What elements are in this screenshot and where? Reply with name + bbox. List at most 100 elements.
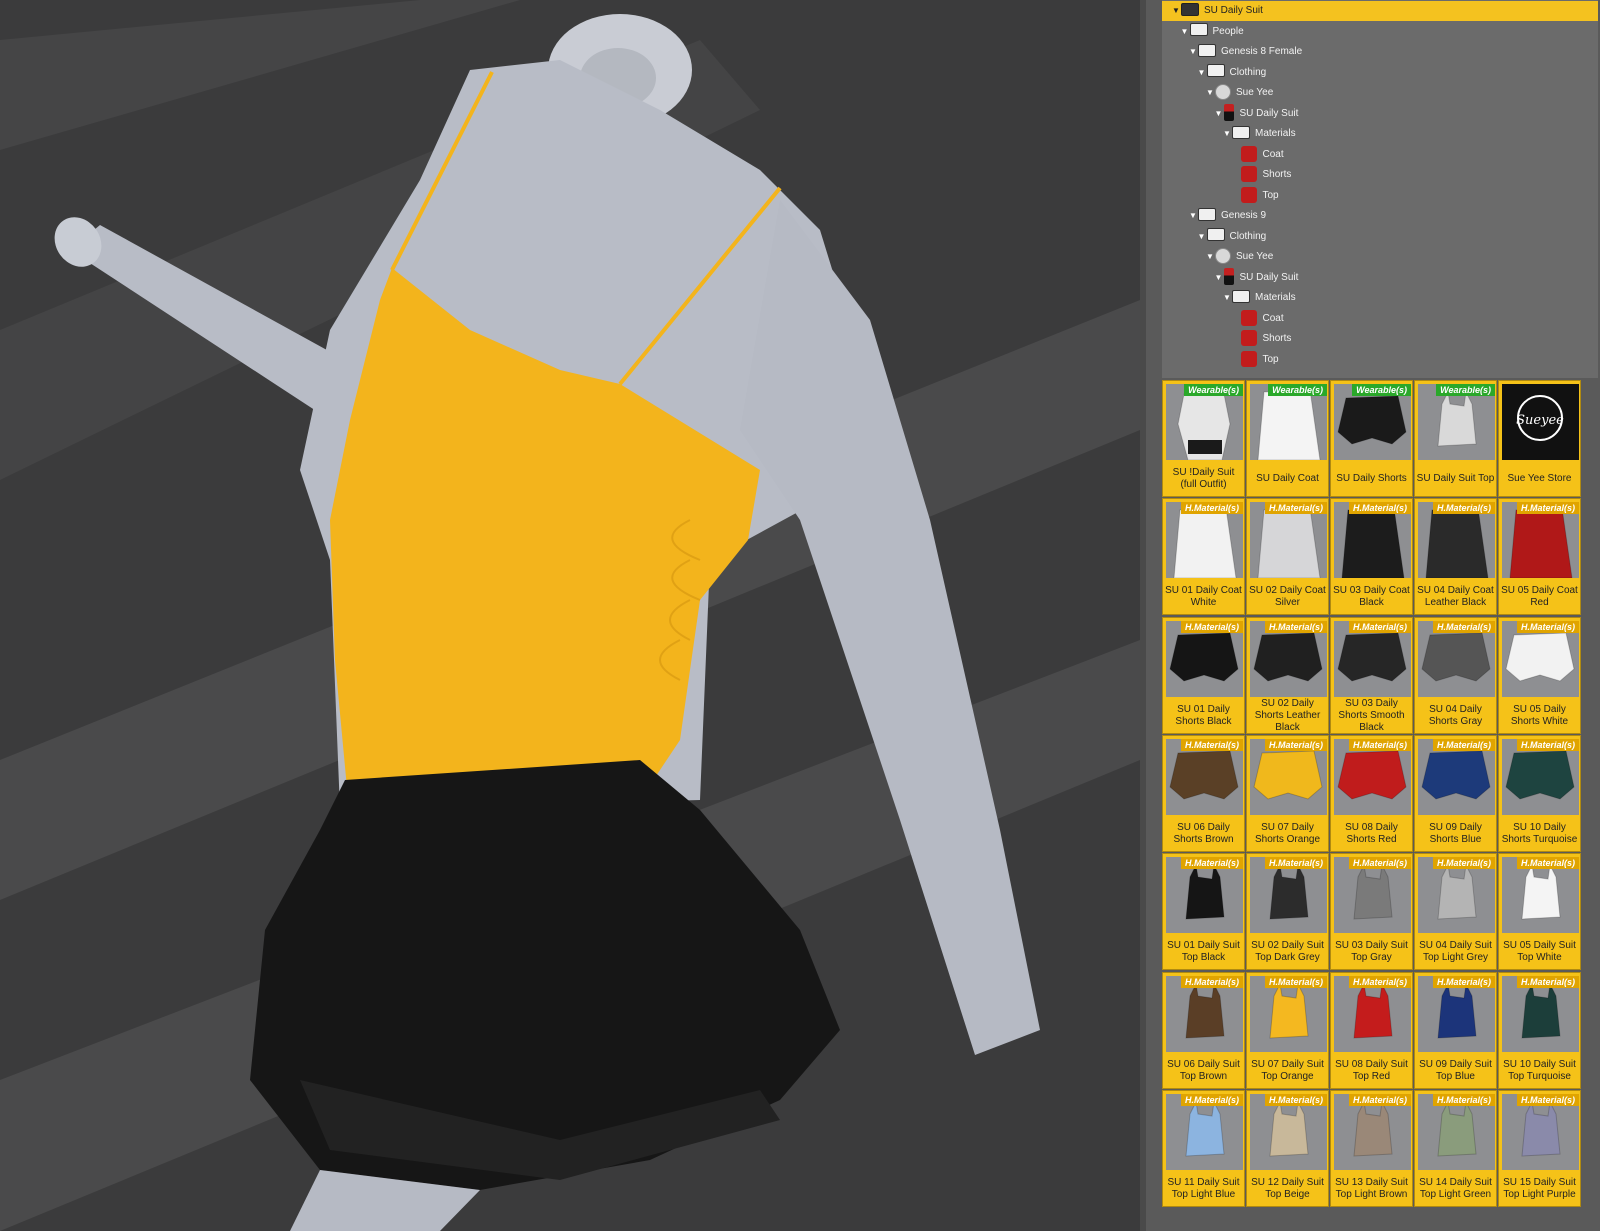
tree-row-su-daily-suit[interactable]: ▼ SU Daily Suit — [1162, 104, 1598, 124]
expand-arrow-icon[interactable]: ▼ — [1223, 124, 1232, 144]
product-tile-label: SU 03 Daily Suit Top Gray — [1335, 940, 1408, 964]
tree-row-su-daily-suit[interactable]: ▼ SU Daily Suit — [1162, 1, 1598, 21]
tree-row-label: People — [1212, 25, 1244, 37]
tree-row-coat[interactable]: Coat — [1162, 145, 1598, 165]
product-tile[interactable]: H.Material(s) SU 07 Daily Shorts Orange — [1246, 734, 1329, 852]
expand-arrow-icon[interactable]: ▼ — [1189, 206, 1198, 226]
expand-arrow-icon[interactable]: ▼ — [1223, 288, 1232, 308]
product-tile[interactable]: H.Material(s) SU 10 Daily Shorts Turquois… — [1498, 734, 1581, 852]
tree-row-label: Sue Yee — [1236, 87, 1274, 98]
tree-row-label: Sue Yee — [1236, 251, 1274, 262]
product-tile[interactable]: H.Material(s) SU 03 Daily Coat Black — [1330, 498, 1413, 616]
product-tile[interactable]: H.Material(s) SU 09 Daily Shorts Blue — [1414, 734, 1497, 852]
product-thumbnail: H.Material(s) — [1250, 857, 1327, 934]
material-badge: H.Material(s) — [1348, 502, 1411, 515]
tree-row-materials[interactable]: ▼ Materials — [1162, 124, 1598, 144]
material-badge: H.Material(s) — [1264, 975, 1327, 988]
product-tile-label: SU 08 Daily Suit Top Red — [1335, 1058, 1408, 1082]
expand-arrow-icon[interactable]: ▼ — [1206, 247, 1215, 267]
expand-arrow-icon[interactable]: ▼ — [1181, 22, 1190, 42]
product-tile-label: SU 10 Daily Suit Top Turquoise — [1503, 1058, 1576, 1082]
product-tile[interactable]: H.Material(s) SU 12 Daily Suit Top Beige — [1246, 1089, 1329, 1207]
product-tile[interactable]: H.Material(s) SU 03 Daily Shorts Smooth B… — [1330, 616, 1413, 734]
product-tile[interactable]: Wearable(s) SU Daily Shorts — [1330, 380, 1413, 497]
product-tile[interactable]: H.Material(s) SU 09 Daily Suit Top Blue — [1414, 971, 1497, 1089]
product-tile-label: SU 02 Daily Coat Silver — [1249, 585, 1326, 609]
folder-icon — [1232, 125, 1250, 139]
product-thumbnail: H.Material(s) — [1250, 1093, 1327, 1170]
product-tile[interactable]: H.Material(s) SU 13 Daily Suit Top Light … — [1330, 1089, 1413, 1207]
product-thumbnail: H.Material(s) — [1418, 620, 1495, 697]
product-tile-label: SU 09 Daily Suit Top Blue — [1419, 1058, 1492, 1082]
mannequin-render — [0, 0, 1140, 1231]
product-tile[interactable]: H.Material(s) SU 10 Daily Suit Top Turquo… — [1498, 971, 1581, 1089]
product-tile[interactable]: Wearable(s) SU Daily Suit Top — [1414, 380, 1497, 497]
tree-row-su-daily-suit[interactable]: ▼ SU Daily Suit — [1162, 268, 1598, 288]
product-tile-label: SU 09 Daily Shorts Blue — [1429, 821, 1482, 845]
tree-row-clothing[interactable]: ▼ Clothing — [1162, 63, 1598, 83]
product-thumbnail: H.Material(s) — [1502, 620, 1579, 697]
product-tile[interactable]: Sueyee Sue Yee Store — [1498, 380, 1581, 497]
product-tile[interactable]: Wearable(s) SU Daily Coat — [1246, 380, 1329, 497]
product-tile[interactable]: H.Material(s) SU 14 Daily Suit Top Light … — [1414, 1089, 1497, 1207]
product-tile[interactable]: H.Material(s) SU 02 Daily Suit Top Dark G… — [1246, 853, 1329, 971]
tree-row-top[interactable]: Top — [1162, 186, 1598, 206]
tree-row-materials[interactable]: ▼ Materials — [1162, 288, 1598, 308]
tree-row-coat[interactable]: Coat — [1162, 309, 1598, 329]
product-tile-label: SU Daily Shorts — [1336, 473, 1407, 484]
material-badge: H.Material(s) — [1180, 620, 1243, 633]
product-tile[interactable]: H.Material(s) SU 04 Daily Shorts Gray — [1414, 616, 1497, 734]
product-tile[interactable]: H.Material(s) SU 01 Daily Shorts Black — [1162, 616, 1245, 734]
tree-row-genesis-8-female[interactable]: ▼ Genesis 8 Female — [1162, 42, 1598, 62]
tree-row-clothing[interactable]: ▼ Clothing — [1162, 227, 1598, 247]
tree-row-top[interactable]: Top — [1162, 350, 1598, 370]
product-tile[interactable]: H.Material(s) SU 08 Daily Shorts Red — [1330, 734, 1413, 852]
product-thumbnail: H.Material(s) — [1502, 1093, 1579, 1170]
tree-row-label: Clothing — [1229, 66, 1267, 78]
product-tile[interactable]: H.Material(s) SU 03 Daily Suit Top Gray — [1330, 853, 1413, 971]
expand-arrow-icon[interactable]: ▼ — [1172, 1, 1181, 21]
render-viewport — [0, 0, 1140, 1231]
product-tile[interactable]: H.Material(s) SU 05 Daily Coat Red — [1498, 498, 1581, 616]
expand-arrow-icon[interactable]: ▼ — [1206, 83, 1215, 103]
expand-arrow-icon[interactable]: ▼ — [1189, 42, 1198, 62]
tree-row-label: Coat — [1262, 312, 1284, 324]
category-icon — [1215, 84, 1231, 101]
product-tile[interactable]: H.Material(s) SU 04 Daily Coat Leather Bl… — [1414, 498, 1497, 616]
product-tile-label: SU 12 Daily Suit Top Beige — [1251, 1176, 1324, 1200]
product-tile[interactable]: H.Material(s) SU 01 Daily Suit Top Black — [1162, 853, 1245, 971]
expand-arrow-icon[interactable]: ▼ — [1198, 63, 1207, 83]
product-tile[interactable]: H.Material(s) SU 08 Daily Suit Top Red — [1330, 971, 1413, 1089]
material-badge: H.Material(s) — [1516, 857, 1579, 870]
tree-row-label: Top — [1262, 189, 1279, 201]
product-tile-label: SU Daily Coat — [1256, 473, 1319, 484]
product-tile-label: SU 05 Daily Shorts White — [1510, 703, 1569, 727]
store-logo-thumbnail: Sueyee — [1502, 384, 1579, 460]
tree-row-sue-yee[interactable]: ▼ Sue Yee — [1162, 247, 1598, 267]
material-icon — [1240, 330, 1257, 347]
product-tile[interactable]: H.Material(s) SU 06 Daily Suit Top Brown — [1162, 971, 1245, 1089]
tree-row-label: SU Daily Suit — [1204, 5, 1263, 16]
material-icon — [1240, 309, 1257, 326]
product-tile[interactable]: H.Material(s) SU 15 Daily Suit Top Light … — [1498, 1089, 1581, 1207]
tree-row-people[interactable]: ▼ People — [1162, 22, 1598, 42]
product-tile-label: SU 01 Daily Shorts Black — [1175, 703, 1232, 727]
product-tile[interactable]: H.Material(s) SU 06 Daily Shorts Brown — [1162, 734, 1245, 852]
product-tile[interactable]: H.Material(s) SU 02 Daily Shorts Leather … — [1246, 616, 1329, 734]
product-tile[interactable]: H.Material(s) SU 04 Daily Suit Top Light … — [1414, 853, 1497, 971]
tree-row-genesis-9[interactable]: ▼ Genesis 9 — [1162, 206, 1598, 226]
product-tile[interactable]: H.Material(s) SU 05 Daily Suit Top White — [1498, 853, 1581, 971]
tree-row-shorts[interactable]: Shorts — [1162, 165, 1598, 185]
expand-arrow-icon[interactable]: ▼ — [1198, 227, 1207, 247]
tree-row-shorts[interactable]: Shorts — [1162, 329, 1598, 349]
expand-arrow-icon[interactable]: ▼ — [1215, 268, 1224, 288]
product-tile[interactable]: Wearable(s) SU !Daily Suit (full Outfit) — [1162, 380, 1245, 497]
tree-row-sue-yee[interactable]: ▼ Sue Yee — [1162, 83, 1598, 103]
product-tile[interactable]: H.Material(s) SU 07 Daily Suit Top Orange — [1246, 971, 1329, 1089]
material-badge: H.Material(s) — [1264, 620, 1327, 633]
product-tile[interactable]: H.Material(s) SU 05 Daily Shorts White — [1498, 616, 1581, 734]
product-tile[interactable]: H.Material(s) SU 01 Daily Coat White — [1162, 498, 1245, 616]
product-tile[interactable]: H.Material(s) SU 02 Daily Coat Silver — [1246, 498, 1329, 616]
expand-arrow-icon[interactable]: ▼ — [1215, 104, 1224, 124]
product-tile[interactable]: H.Material(s) SU 11 Daily Suit Top Light … — [1162, 1089, 1245, 1207]
